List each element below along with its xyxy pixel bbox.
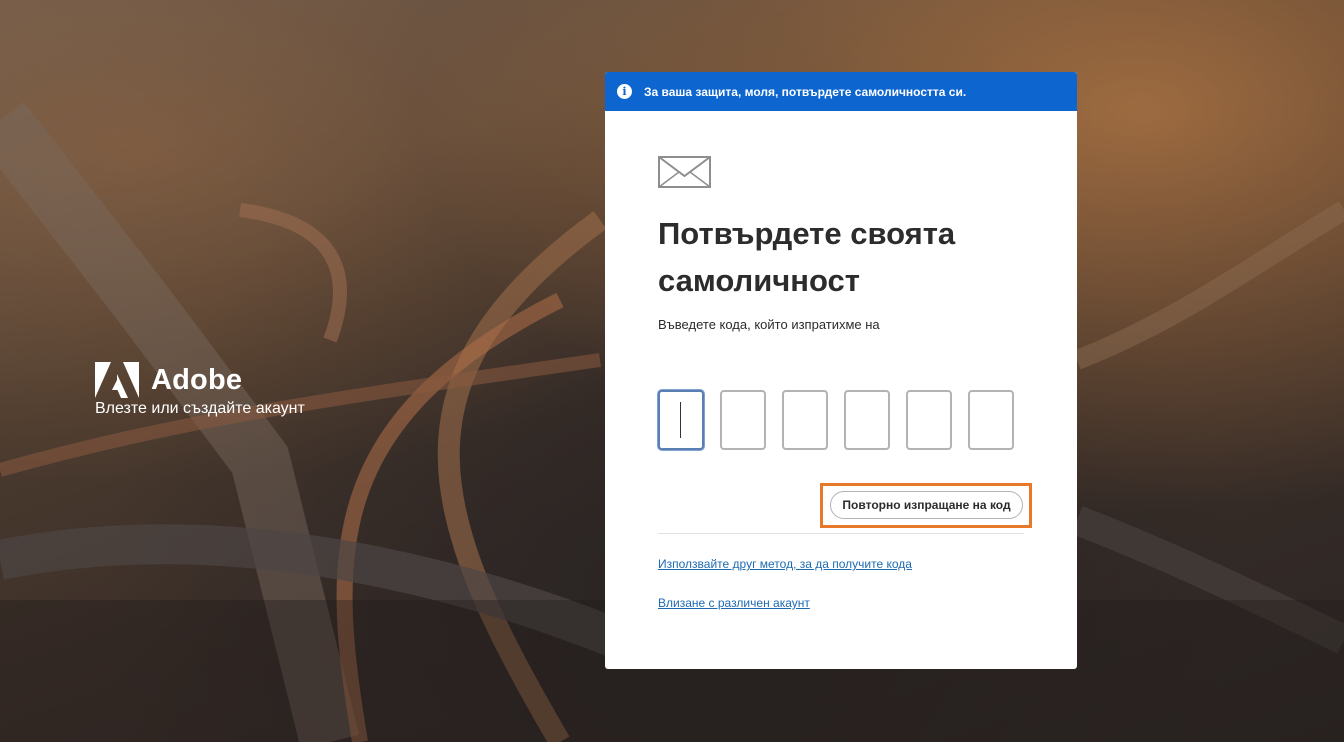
code-digit-2[interactable] bbox=[720, 390, 766, 450]
different-account-link[interactable]: Влизане с различен акаунт bbox=[658, 596, 810, 610]
adobe-logo-icon bbox=[95, 362, 139, 398]
code-digit-6[interactable] bbox=[968, 390, 1014, 450]
alternate-method-link[interactable]: Използвайте друг метод, за да получите к… bbox=[658, 557, 912, 571]
code-digit-5[interactable] bbox=[906, 390, 952, 450]
security-banner: i За ваша защита, моля, потвърдете самол… bbox=[605, 72, 1077, 111]
divider bbox=[658, 533, 1024, 534]
brand-block: Adobe Влезте или създайте акаунт bbox=[95, 362, 305, 418]
code-input-group bbox=[658, 390, 1014, 450]
brand-name: Adobe bbox=[151, 363, 243, 396]
resend-code-button[interactable]: Повторно изпращане на код bbox=[830, 491, 1023, 519]
code-digit-3[interactable] bbox=[782, 390, 828, 450]
brand-subtitle: Влезте или създайте акаунт bbox=[95, 400, 305, 417]
page-title: Потвърдете своята самоличност bbox=[658, 216, 956, 298]
banner-text: За ваша защита, моля, потвърдете самолич… bbox=[644, 84, 967, 99]
instruction-text: Въведете кода, който изпратихме на bbox=[658, 317, 880, 332]
envelope-icon bbox=[658, 156, 711, 188]
info-icon: i bbox=[617, 84, 632, 99]
code-digit-4[interactable] bbox=[844, 390, 890, 450]
code-digit-1[interactable] bbox=[658, 390, 704, 450]
verification-card: i За ваша защита, моля, потвърдете самол… bbox=[605, 72, 1077, 669]
